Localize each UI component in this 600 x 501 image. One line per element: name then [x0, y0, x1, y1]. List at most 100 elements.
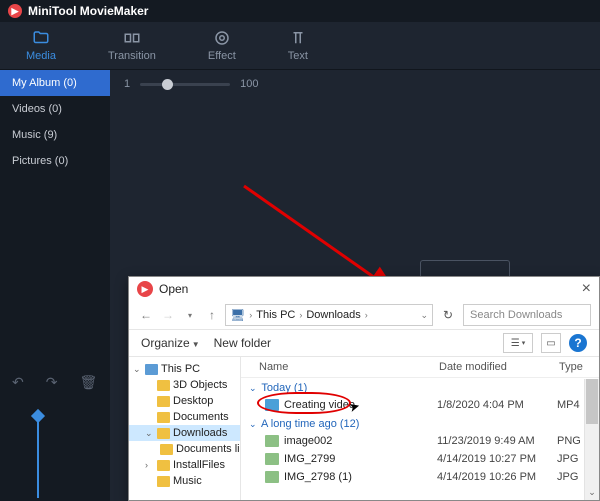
tree-item-documents-list[interactable]: Documents list: [129, 441, 240, 457]
folder-icon: [157, 396, 170, 407]
sidebar-item-pictures[interactable]: Pictures (0): [0, 148, 110, 174]
video-file-icon: [265, 399, 279, 411]
file-row[interactable]: image00211/23/2019 9:49 AMPNG: [241, 432, 599, 450]
tree-item-label: 3D Objects: [173, 379, 227, 391]
folder-icon: [32, 29, 50, 47]
path-segment-downloads[interactable]: Downloads: [304, 308, 362, 322]
file-group-header[interactable]: ⌄ A long time ago (12): [241, 414, 599, 432]
file-date: 1/8/2020 4:04 PM: [437, 399, 557, 411]
tree-item-label: This PC: [161, 363, 200, 375]
undo-button[interactable]: ↶: [12, 374, 24, 391]
folder-icon: [157, 380, 170, 391]
sidebar-item-my-album[interactable]: My Album (0): [0, 70, 110, 96]
image-file-icon: [265, 435, 279, 447]
nav-back-button[interactable]: ←: [137, 306, 155, 324]
zoom-max: 100: [240, 78, 258, 90]
effect-icon: [213, 29, 231, 47]
playhead-line: [37, 418, 39, 498]
app-titlebar: ▶ MiniTool MovieMaker: [0, 0, 600, 22]
tab-transition[interactable]: Transition: [102, 25, 162, 66]
file-list-header: Name Date modified Type: [241, 357, 599, 378]
tab-media[interactable]: Media: [20, 25, 62, 66]
file-name: IMG_2799: [284, 453, 437, 465]
preview-pane-button[interactable]: ▭: [541, 333, 561, 353]
folder-icon: [157, 412, 170, 423]
folder-icon: [160, 444, 173, 455]
dialog-title: Open: [159, 282, 188, 296]
tree-item-this-pc[interactable]: ⌄ This PC: [129, 361, 240, 377]
dialog-titlebar: ▶ Open ×: [129, 277, 599, 301]
file-row[interactable]: IMG_27994/14/2019 10:27 PMJPG: [241, 450, 599, 468]
app-title: MiniTool MovieMaker: [28, 4, 148, 18]
chevron-right-icon: ›: [299, 310, 302, 320]
tree-item-label: Documents list: [176, 443, 241, 455]
search-placeholder: Search Downloads: [470, 309, 562, 321]
col-header-date[interactable]: Date modified: [439, 361, 559, 373]
chevron-right-icon: ›: [365, 310, 368, 320]
tree-item-installfiles[interactable]: › InstallFiles: [129, 457, 240, 473]
col-header-name[interactable]: Name: [247, 361, 439, 373]
zoom-min: 1: [124, 78, 130, 90]
zoom-slider-row: 1 100: [110, 70, 600, 98]
new-folder-button[interactable]: New folder: [214, 336, 271, 350]
dialog-close-button[interactable]: ×: [582, 280, 591, 298]
sidebar-item-music[interactable]: Music (9): [0, 122, 110, 148]
tree-item-label: InstallFiles: [173, 459, 225, 471]
refresh-button[interactable]: ↻: [437, 304, 459, 326]
tree-item-music[interactable]: Music: [129, 473, 240, 489]
tree-item-desktop[interactable]: Desktop: [129, 393, 240, 409]
view-mode-button[interactable]: ☰▾: [503, 333, 533, 353]
image-file-icon: [265, 453, 279, 465]
file-row[interactable]: IMG_2798 (1)4/14/2019 10:26 PMJPG: [241, 468, 599, 486]
tree-item-label: Downloads: [173, 427, 227, 439]
tab-effect[interactable]: Effect: [202, 25, 242, 66]
scrollbar-thumb[interactable]: [586, 379, 598, 424]
tab-text[interactable]: Text: [282, 25, 314, 66]
dialog-toolbar: Organize▼ New folder ☰▾ ▭ ?: [129, 329, 599, 357]
tab-label: Media: [26, 50, 56, 62]
pc-icon: 🖥: [230, 308, 245, 322]
tree-item-label: Music: [173, 475, 202, 487]
file-group-header[interactable]: ⌄ Today (1): [241, 378, 599, 396]
vertical-scrollbar[interactable]: ⌄: [584, 379, 599, 500]
file-date: 4/14/2019 10:26 PM: [437, 471, 557, 483]
zoom-slider-thumb[interactable]: [162, 79, 173, 90]
help-button[interactable]: ?: [569, 334, 587, 352]
col-header-type[interactable]: Type: [559, 361, 593, 373]
pc-icon: [145, 364, 158, 375]
nav-forward-button[interactable]: →: [159, 306, 177, 324]
image-file-icon: [265, 471, 279, 483]
tree-item-3d-objects[interactable]: 3D Objects: [129, 377, 240, 393]
tree-item-documents[interactable]: Documents: [129, 409, 240, 425]
scroll-down-button[interactable]: ⌄: [585, 485, 599, 500]
nav-up-button[interactable]: ↑: [203, 306, 221, 324]
text-icon: [289, 29, 307, 47]
address-bar[interactable]: 🖥 › This PC › Downloads › ⌄: [225, 304, 433, 326]
app-logo-icon: ▶: [8, 4, 22, 18]
redo-button[interactable]: ↷: [46, 374, 58, 391]
folder-icon: [157, 476, 170, 487]
tree-item-downloads[interactable]: ⌄ Downloads: [129, 425, 240, 441]
folder-tree: ⌄ This PC 3D Objects DesktopDocuments ⌄ Downl…: [129, 357, 241, 500]
address-dropdown-icon[interactable]: ⌄: [420, 310, 428, 321]
sidebar-item-videos[interactable]: Videos (0): [0, 96, 110, 122]
search-input[interactable]: Search Downloads: [463, 304, 591, 326]
media-sidebar: My Album (0)Videos (0)Music (9)Pictures …: [0, 70, 110, 501]
tree-expander-icon[interactable]: ›: [145, 460, 154, 470]
tree-expander-icon[interactable]: ⌄: [145, 428, 154, 439]
organize-menu[interactable]: Organize▼: [141, 336, 200, 350]
file-date: 4/14/2019 10:27 PM: [437, 453, 557, 465]
folder-icon: [157, 428, 170, 439]
timeline-toolbar: ↶ ↷ 🗑: [12, 374, 97, 391]
tree-expander-icon[interactable]: ⌄: [133, 364, 142, 375]
delete-button[interactable]: 🗑: [79, 374, 97, 391]
zoom-slider[interactable]: [140, 83, 230, 86]
path-segment-this-pc[interactable]: This PC: [254, 308, 297, 322]
file-list: Name Date modified Type ⌄ Today (1)Creat…: [241, 357, 599, 500]
file-name: Creating video: [284, 399, 437, 411]
file-row[interactable]: Creating video1/8/2020 4:04 PMMP4➤: [241, 396, 599, 414]
nav-recent-dropdown[interactable]: ▾: [181, 306, 199, 324]
chevron-down-icon: ⌄: [249, 383, 257, 393]
transition-icon: [123, 29, 141, 47]
folder-icon: [157, 460, 170, 471]
